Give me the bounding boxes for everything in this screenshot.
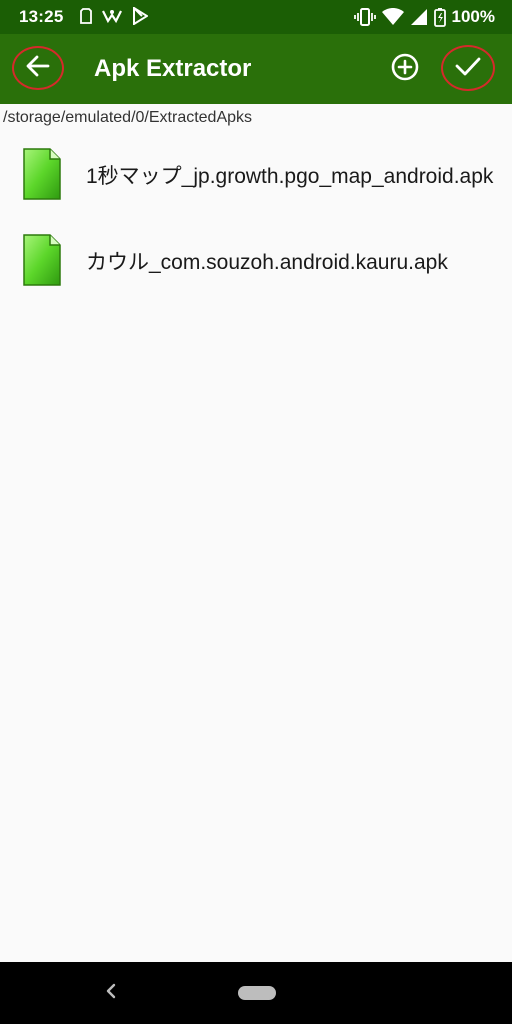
battery-icon (433, 7, 446, 27)
nav-home-button[interactable] (238, 986, 276, 1000)
app-bar: Apk Extractor (0, 34, 512, 104)
file-list-item[interactable]: 1秒マップ_jp.growth.pgo_map_android.apk (0, 130, 512, 216)
play-store-icon (132, 7, 148, 25)
file-icon (20, 233, 64, 287)
app-title: Apk Extractor (94, 55, 252, 82)
status-bar: 13:25 100% (0, 0, 512, 34)
confirm-button[interactable] (441, 45, 495, 91)
check-icon (455, 56, 481, 81)
file-list: 1秒マップ_jp.growth.pgo_map_android.apk カウル_… (0, 130, 512, 302)
current-path: /storage/emulated/0/ExtractedApks (3, 109, 253, 126)
file-icon (20, 147, 64, 201)
arrow-back-icon (26, 55, 50, 82)
chevron-left-icon (105, 983, 117, 1004)
notification-icon (102, 8, 122, 24)
sim-card-icon (80, 8, 92, 24)
nav-back-button[interactable] (98, 980, 124, 1006)
add-circle-icon (391, 53, 419, 86)
signal-icon (410, 8, 428, 26)
add-button[interactable] (385, 49, 425, 89)
wifi-icon (381, 8, 404, 26)
file-list-item[interactable]: カウル_com.souzoh.android.kauru.apk (0, 216, 512, 302)
status-time: 13:25 (19, 7, 64, 26)
status-left-icons (80, 6, 148, 26)
vibrate-icon (353, 8, 376, 26)
file-name: カウル_com.souzoh.android.kauru.apk (86, 251, 448, 274)
status-right-icons: 100% (353, 6, 495, 28)
file-name: 1秒マップ_jp.growth.pgo_map_android.apk (86, 165, 494, 188)
navigation-bar (0, 962, 512, 1024)
battery-percent: 100% (451, 7, 495, 26)
back-button[interactable] (12, 46, 64, 90)
